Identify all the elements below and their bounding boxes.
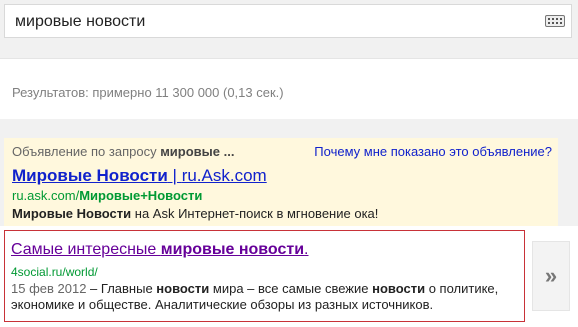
keyboard-icon[interactable] xyxy=(545,15,565,27)
result-stats: Результатов: примерно 11 300 000 (0,13 с… xyxy=(12,85,284,100)
search-result: Самые интересные мировые новости. 4socia… xyxy=(4,230,525,322)
result-title-link[interactable]: Самые интересные мировые новости. xyxy=(11,241,309,259)
ad-url: ru.ask.com/Мировые+Новости xyxy=(12,188,202,203)
ad-url-bold: Мировые+Новости xyxy=(79,188,203,203)
why-this-ad-link[interactable]: Почему мне показано это объявление? xyxy=(314,144,552,159)
ad-label-prefix: Объявление по запросу xyxy=(12,144,161,159)
ad-snippet-rest: на Ask Интернет-поиск в мгновение ока! xyxy=(131,206,379,221)
double-chevron-right-icon[interactable]: » xyxy=(532,241,570,311)
results-content: Самые интересные мировые новости. 4socia… xyxy=(0,226,578,327)
ad-url-plain: ru.ask.com/ xyxy=(12,188,80,203)
ad-title-domain: ru.Ask.com xyxy=(181,166,267,185)
result-title-bold: мировые новости xyxy=(160,241,305,258)
ad-title-bold: Мировые Новости xyxy=(12,166,168,185)
result-title-end: . xyxy=(304,241,309,258)
result-snippet: 15 фев 2012 – Главные новости мира – все… xyxy=(11,281,517,313)
results-header: Результатов: примерно 11 300 000 (0,13 с… xyxy=(0,59,578,119)
result-url: 4social.ru/world/ xyxy=(11,265,98,279)
result-title-plain: Самые интересные xyxy=(11,241,161,258)
ad-block: Объявление по запросу мировые ... Почему… xyxy=(4,138,558,226)
ad-label-query: мировые ... xyxy=(160,144,235,159)
search-input[interactable]: мировые новости xyxy=(4,4,572,38)
result-snippet-part-1: – Главные xyxy=(86,281,157,296)
ad-title-link[interactable]: Мировые Новости | ru.Ask.com xyxy=(12,166,267,186)
result-snippet-part-2: мира – все самые свежие xyxy=(209,281,373,296)
ad-title-separator: | xyxy=(167,166,182,185)
top-bar: мировые новости xyxy=(0,0,578,59)
search-query-text[interactable]: мировые новости xyxy=(15,13,145,31)
ad-snippet-bold: Мировые Новости xyxy=(12,206,132,221)
result-date: 15 фев 2012 xyxy=(11,281,87,296)
ad-snippet: Мировые Новости на Ask Интернет-поиск в … xyxy=(12,206,378,221)
result-snippet-bold-2: новости xyxy=(372,281,426,296)
result-snippet-bold-1: новости xyxy=(156,281,210,296)
ad-label: Объявление по запросу мировые ... xyxy=(12,144,234,159)
